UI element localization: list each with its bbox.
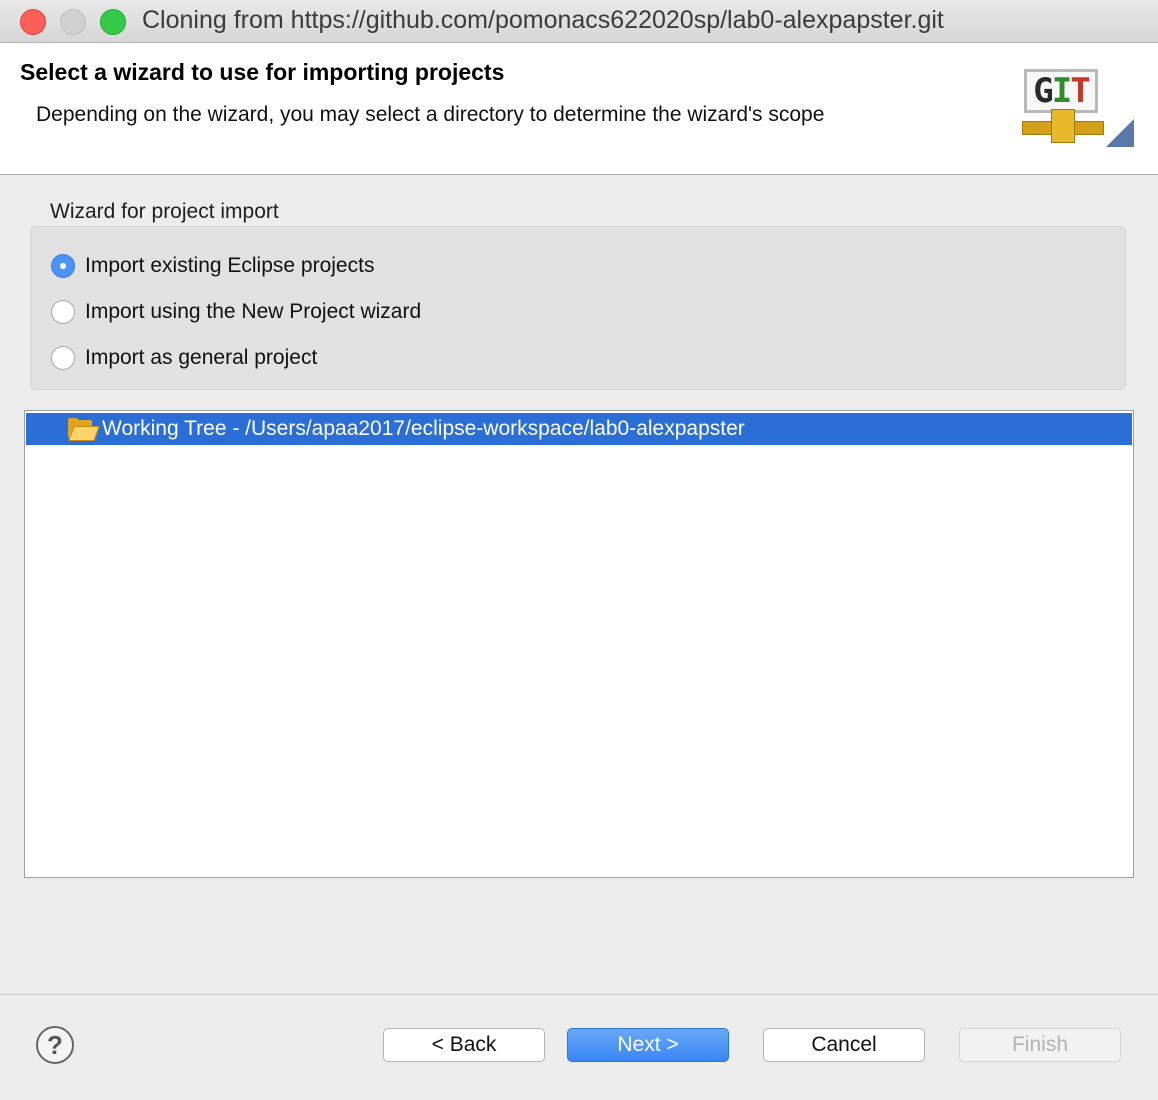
window-title: Cloning from https://github.com/pomonacs… (142, 6, 944, 34)
radio-button-checked[interactable] (51, 254, 75, 278)
project-tree[interactable]: Working Tree - /Users/apaa2017/eclipse-w… (24, 410, 1134, 878)
close-window-button[interactable] (20, 9, 46, 35)
title-bar: Cloning from https://github.com/pomonacs… (0, 0, 1158, 43)
wizard-group-label: Wizard for project import (50, 200, 279, 223)
radio-label: Import as general project (85, 346, 318, 369)
footer-separator (0, 994, 1158, 995)
page-title: Select a wizard to use for importing pro… (20, 59, 505, 85)
wizard-corner-icon (1106, 119, 1134, 147)
maximize-window-button[interactable] (100, 9, 126, 35)
tree-item-label: Working Tree - /Users/apaa2017/eclipse-w… (102, 417, 745, 440)
help-icon[interactable]: ? (36, 1026, 74, 1064)
wizard-radio-group: Import existing Eclipse projects Import … (30, 226, 1126, 390)
pipe-joint-icon (1051, 109, 1075, 143)
radio-import-new-project-wizard[interactable]: Import using the New Project wizard (51, 297, 421, 327)
radio-label: Import using the New Project wizard (85, 300, 422, 323)
tree-item-working-tree[interactable]: Working Tree - /Users/apaa2017/eclipse-w… (26, 413, 1132, 445)
radio-import-general-project[interactable]: Import as general project (51, 343, 317, 373)
folder-open-icon (66, 418, 100, 441)
radio-button[interactable] (51, 346, 75, 370)
radio-label: Import existing Eclipse projects (85, 254, 375, 277)
git-logo-text: GIT (1024, 69, 1098, 113)
back-button[interactable]: < Back (383, 1028, 545, 1062)
radio-import-existing-eclipse[interactable]: Import existing Eclipse projects (51, 251, 374, 281)
finish-button: Finish (959, 1028, 1121, 1062)
page-description: Depending on the wizard, you may select … (36, 103, 825, 126)
radio-button[interactable] (51, 300, 75, 324)
minimize-window-button[interactable] (60, 9, 86, 35)
next-button[interactable]: Next > (567, 1028, 729, 1062)
cancel-button[interactable]: Cancel (763, 1028, 925, 1062)
git-logo-icon: GIT (1002, 63, 1142, 175)
wizard-header: Select a wizard to use for importing pro… (0, 43, 1158, 175)
